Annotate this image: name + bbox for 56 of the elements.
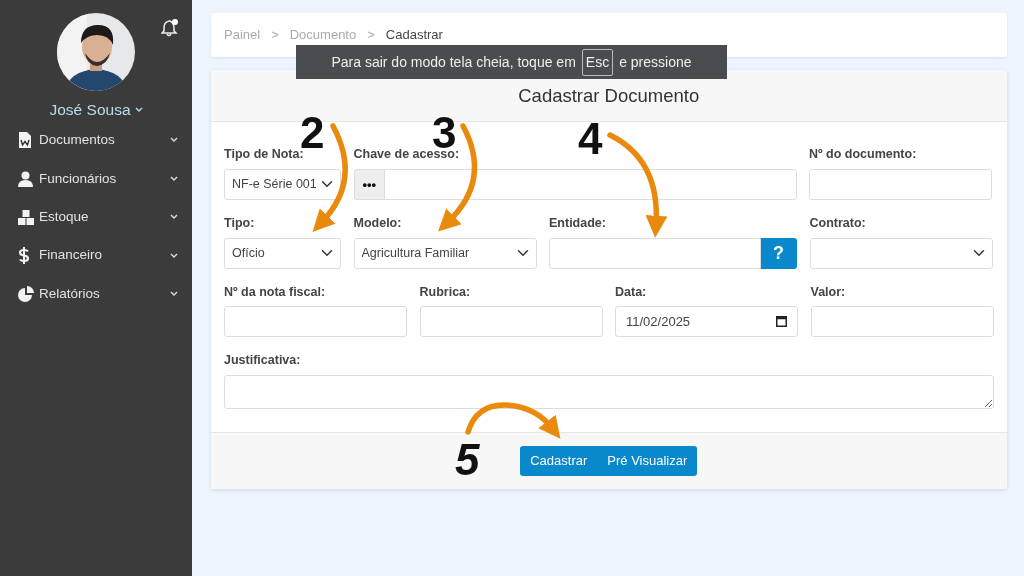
user-icon bbox=[18, 170, 33, 187]
field-label: Modelo: bbox=[353, 214, 402, 232]
chevron-icon bbox=[170, 291, 178, 297]
step-number: 4 bbox=[578, 117, 603, 161]
select-field[interactable]: NF-e Série 001 bbox=[224, 168, 341, 200]
document-icon bbox=[18, 132, 32, 149]
sidebar-item[interactable]: Estoque bbox=[0, 198, 192, 237]
select-field[interactable]: Ofício bbox=[224, 237, 341, 269]
boxes-icon bbox=[18, 209, 34, 225]
field-label: Chave de acesso: bbox=[353, 147, 460, 163]
help-button[interactable]: ? bbox=[760, 237, 797, 269]
more-button[interactable]: ••• bbox=[353, 168, 386, 200]
field-label: Data: bbox=[615, 283, 647, 301]
breadcrumb-separator: > bbox=[367, 26, 375, 45]
field-label: Entidade: bbox=[549, 214, 606, 232]
step-number: 5 bbox=[455, 438, 480, 482]
field-label: Contrato: bbox=[809, 214, 866, 232]
field-label: Tipo: bbox=[224, 214, 255, 232]
chevron-icon bbox=[170, 214, 178, 221]
preview-button[interactable]: Pré Visualizar bbox=[597, 445, 698, 476]
key-label: Esc bbox=[581, 48, 614, 76]
input-field[interactable] bbox=[549, 237, 761, 269]
input-field[interactable] bbox=[384, 168, 797, 200]
input-field[interactable] bbox=[224, 306, 407, 338]
form-title: Cadastrar Documento bbox=[518, 83, 700, 108]
submit-button[interactable]: Cadastrar bbox=[520, 445, 598, 476]
field-label: Tipo de Nota: bbox=[224, 147, 304, 163]
field-label: Justificativa: bbox=[224, 352, 301, 370]
input-field[interactable] bbox=[419, 306, 603, 338]
sidebar-item[interactable]: Relatórios bbox=[0, 274, 192, 314]
chevron-icon bbox=[170, 252, 178, 259]
pie-chart-icon bbox=[18, 286, 34, 302]
field-label: Rubrica: bbox=[419, 283, 471, 301]
chevron-icon bbox=[170, 175, 178, 182]
user-menu[interactable]: José Sousa bbox=[49, 98, 143, 122]
breadcrumb-separator: > bbox=[271, 26, 279, 45]
field-label: Nº do documento: bbox=[809, 146, 917, 163]
sidebar-item[interactable]: Financeiro bbox=[0, 236, 192, 275]
input-field[interactable] bbox=[809, 168, 992, 200]
caret-icon bbox=[134, 106, 143, 113]
calendar-icon[interactable] bbox=[776, 315, 787, 328]
chevron-icon bbox=[170, 137, 178, 144]
sidebar-item[interactable]: Funcionários bbox=[0, 159, 192, 199]
field-label: Nº da nota fiscal: bbox=[224, 283, 326, 301]
date-field[interactable]: 11/02/2025 bbox=[615, 306, 798, 338]
breadcrumb-current: Cadastrar bbox=[385, 26, 443, 45]
select-field[interactable]: Agricultura Familiar bbox=[353, 237, 537, 269]
notice-text: Para sair do modo tela cheia, toque em bbox=[331, 52, 576, 72]
sidebar-item[interactable]: Documentos bbox=[0, 121, 192, 160]
input-field[interactable] bbox=[810, 306, 994, 338]
notice-text: e pressione bbox=[619, 52, 692, 72]
notification-bell-icon[interactable] bbox=[161, 18, 179, 38]
field-label: Valor: bbox=[810, 283, 846, 301]
select-field[interactable] bbox=[809, 237, 993, 269]
dollar-icon bbox=[18, 247, 30, 265]
text-area[interactable] bbox=[224, 375, 994, 409]
